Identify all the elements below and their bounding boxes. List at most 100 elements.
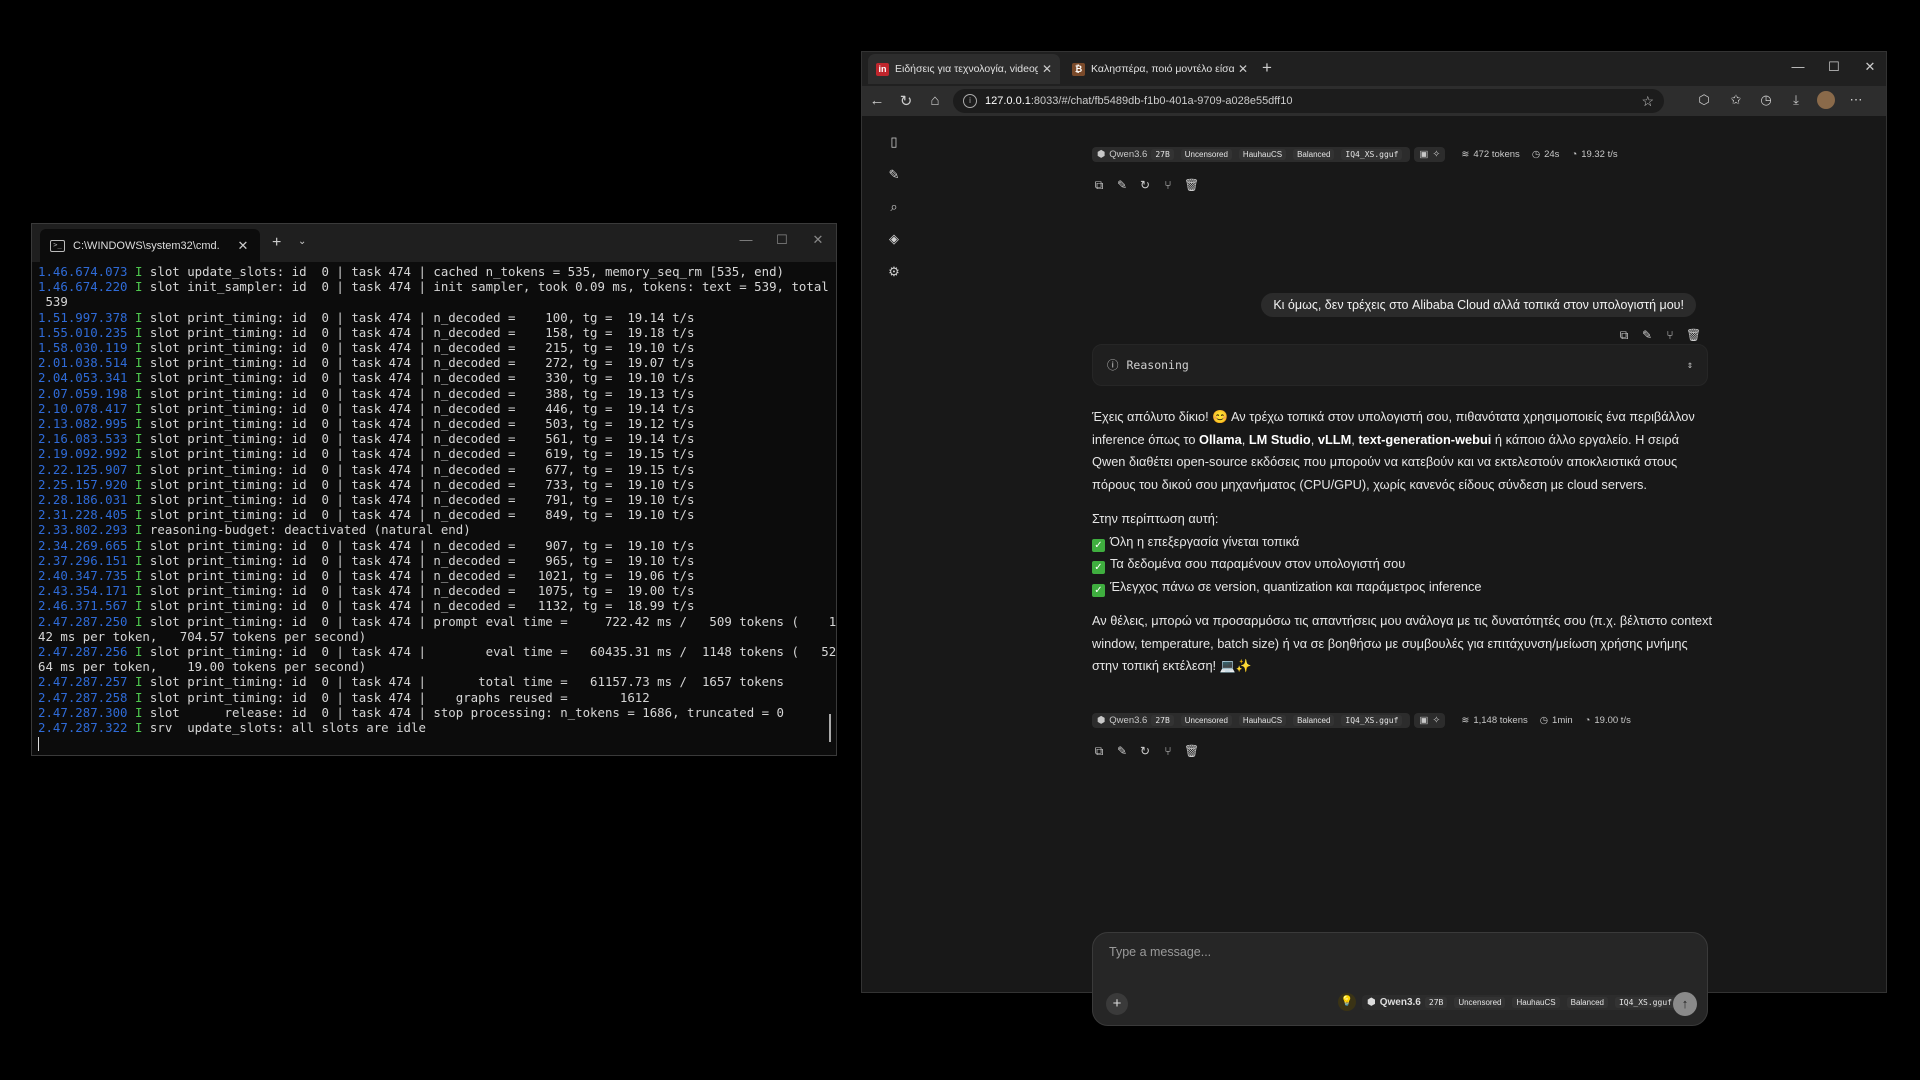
log-level: I	[127, 613, 143, 629]
models-icon[interactable]: ◈	[886, 231, 902, 247]
terminal-line: 2.43.354.171 I slot print_timing: id 0 |…	[38, 583, 836, 598]
new-chat-icon[interactable]: ✎	[886, 167, 902, 183]
reload-icon[interactable]: ↻	[897, 92, 915, 110]
model-selector[interactable]: 💡 ⬢ Qwen3.6 27B Uncensored HauhauCS Bala…	[1338, 993, 1684, 1011]
log-message: slot print_timing: id 0 | task 474 | n_d…	[142, 431, 695, 447]
site-favicon-icon: ₿	[1072, 62, 1085, 76]
minimize-button[interactable]: —	[1786, 59, 1810, 74]
regenerate-icon[interactable]: ↻	[1138, 744, 1152, 759]
settings-gear-icon[interactable]: ⚙	[886, 264, 902, 280]
copy-icon[interactable]: ⧉	[1617, 328, 1631, 343]
branch-icon[interactable]: ⑂	[1161, 744, 1175, 759]
history-icon[interactable]: ◷	[1757, 92, 1775, 108]
delete-icon[interactable]: 🗑	[1184, 744, 1199, 759]
log-timestamp: 2.04.053.341	[38, 370, 128, 386]
edit-icon[interactable]: ✎	[1640, 328, 1654, 343]
scrollbar[interactable]	[829, 714, 831, 742]
toggle-sidebar-icon[interactable]: ▯	[886, 134, 902, 150]
reasoning-toggle[interactable]: ⓘ Reasoning ⇕	[1092, 344, 1708, 386]
minimize-button[interactable]: —	[736, 232, 756, 247]
close-window-button[interactable]: ✕	[1858, 59, 1882, 75]
favorites-icon[interactable]: ✩	[1727, 92, 1745, 108]
site-info-icon[interactable]: i	[963, 94, 977, 108]
edit-icon[interactable]: ✎	[1115, 178, 1129, 193]
reasoning-bulb-icon[interactable]: 💡	[1338, 993, 1356, 1011]
log-level: I	[127, 370, 143, 386]
terminal-line: 2.04.053.341 I slot print_timing: id 0 |…	[38, 370, 836, 385]
terminal-tab[interactable]: >_ C:\WINDOWS\system32\cmd. ✕	[40, 229, 260, 262]
log-message: slot print_timing: id 0 | task 474 | n_d…	[142, 340, 695, 356]
log-level: I	[127, 476, 143, 492]
close-tab-icon[interactable]: ✕	[1042, 62, 1052, 76]
terminal-line: 1.51.997.378 I slot print_timing: id 0 |…	[38, 310, 836, 325]
back-icon[interactable]: ←	[868, 92, 886, 109]
terminal-line: 2.47.287.322 I srv update_slots: all slo…	[38, 720, 836, 735]
model-tag: IQ4_XS.gguf	[1341, 149, 1403, 160]
message-composer[interactable]: Type a message... + 💡 ⬢ Qwen3.6 27B Unce…	[1092, 932, 1708, 1026]
close-window-button[interactable]: ✕	[808, 232, 828, 248]
log-timestamp: 2.13.082.995	[38, 416, 128, 432]
terminal-line: 2.33.802.293 I reasoning-budget: deactiv…	[38, 522, 836, 537]
terminal-line: 2.47.287.250 I slot print_timing: id 0 |…	[38, 614, 836, 629]
answer-bold: vLLM	[1317, 431, 1352, 447]
search-icon[interactable]: ⌕	[886, 199, 902, 215]
chat-app: ▯ ✎ ⌕ ◈ ⚙ ⬢ Qwen3.6 27B Uncensored Hauha…	[862, 116, 1886, 1026]
bookmark-star-icon[interactable]: ☆	[1641, 93, 1654, 110]
clock-icon: ◷	[1531, 149, 1541, 160]
copy-icon[interactable]: ⧉	[1092, 178, 1106, 193]
browser-tab-chat[interactable]: ₿ Καλησπέρα, ποιό μοντέλο είσαι κι ✕	[1064, 54, 1256, 84]
more-menu-icon[interactable]: ⋯	[1847, 92, 1865, 108]
log-timestamp: 2.28.186.031	[38, 492, 128, 508]
terminal-line: 64 ms per token, 19.00 tokens per second…	[38, 659, 836, 674]
browser-tab-bar: in Ειδήσεις για τεχνολογία, videogam ✕ ₿…	[862, 52, 1886, 86]
model-badge[interactable]: ⬢ Qwen3.6 27B Uncensored HauhauCS Balanc…	[1092, 713, 1411, 728]
terminal-line: 2.47.287.257 I slot print_timing: id 0 |…	[38, 674, 836, 689]
close-tab-icon[interactable]: ✕	[1238, 62, 1248, 76]
branch-icon[interactable]: ⑂	[1161, 178, 1175, 193]
edit-icon[interactable]: ✎	[1115, 744, 1129, 759]
log-level: I	[127, 704, 143, 720]
log-message: slot print_timing: id 0 | task 474 | n_d…	[142, 476, 695, 492]
model-tag: Balanced	[1293, 149, 1335, 160]
new-tab-button[interactable]: +	[272, 234, 281, 252]
new-tab-button[interactable]: +	[1262, 58, 1272, 78]
prompt-line[interactable]	[38, 735, 836, 751]
maximize-button[interactable]: ☐	[1822, 59, 1846, 75]
browser-tab-news[interactable]: in Ειδήσεις για τεχνολογία, videogam ✕	[868, 54, 1060, 84]
answer-text: ,	[1310, 431, 1318, 447]
copy-icon[interactable]: ⧉	[1092, 744, 1106, 759]
terminal-output[interactable]: 1.46.674.073 I slot update_slots: id 0 |…	[32, 264, 836, 751]
model-icon: ⬢	[1367, 996, 1376, 1008]
address-bar[interactable]: i 127.0.0.1 :8033/#/chat/fb5489db-f1b0-4…	[953, 89, 1664, 113]
gen-speed-value: 19.32 t/s	[1581, 149, 1618, 160]
close-tab-icon[interactable]: ✕	[236, 238, 250, 254]
downloads-icon[interactable]: ⤓	[1787, 92, 1805, 108]
log-level: I	[127, 492, 143, 508]
regenerate-icon[interactable]: ↻	[1138, 178, 1152, 193]
home-icon[interactable]: ⌂	[926, 92, 944, 109]
model-badge[interactable]: ⬢ Qwen3.6 27B Uncensored HauhauCS Balanc…	[1092, 147, 1411, 162]
message-input[interactable]: Type a message...	[1109, 945, 1211, 959]
attach-button[interactable]: +	[1106, 993, 1128, 1015]
log-level: I	[127, 583, 143, 599]
terminal-line: 2.34.269.665 I slot print_timing: id 0 |…	[38, 538, 836, 553]
terminal-tab-title: C:\WINDOWS\system32\cmd.	[73, 239, 220, 252]
send-button[interactable]: ↑	[1673, 992, 1697, 1016]
maximize-button[interactable]: ☐	[772, 232, 792, 248]
assistant-message: Έχεις απόλυτο δίκιο! 😊 Αν τρέχω τοπικά σ…	[1092, 406, 1712, 690]
model-tag: HauhauCS	[1512, 996, 1560, 1008]
delete-icon[interactable]: 🗑	[1686, 328, 1701, 343]
delete-icon[interactable]: 🗑	[1184, 178, 1199, 193]
chevron-down-icon[interactable]: ⌄	[298, 236, 306, 247]
log-level: I	[127, 324, 143, 340]
profile-avatar[interactable]	[1817, 91, 1835, 109]
log-timestamp: 2.10.078.417	[38, 400, 128, 416]
terminal-line: 42 ms per token, 704.57 tokens per secon…	[38, 629, 836, 644]
gen-speed: ◔ 19.32 t/s	[1571, 149, 1617, 160]
log-timestamp: 1.46.674.073	[38, 264, 128, 279]
model-badge[interactable]: ⬢ Qwen3.6 27B Uncensored HauhauCS Balanc…	[1362, 994, 1684, 1010]
branch-icon[interactable]: ⑂	[1663, 328, 1677, 343]
extensions-icon[interactable]: ⬡	[1695, 92, 1713, 108]
log-level: I	[127, 416, 143, 432]
log-timestamp: 2.07.059.198	[38, 385, 128, 401]
